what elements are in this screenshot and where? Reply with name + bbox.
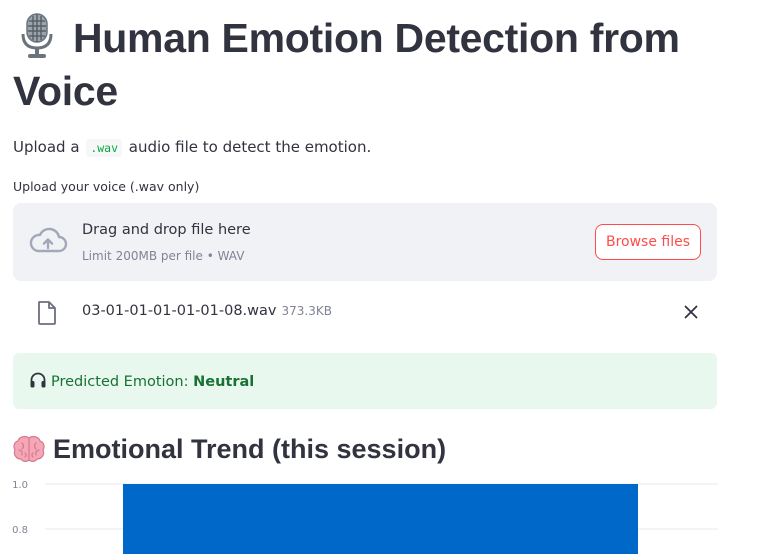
trend-title: Emotional Trend (this session) [13,431,446,467]
prediction-alert: Predicted Emotion: Neutral [13,353,717,409]
cloud-upload-icon [29,227,68,253]
page-title-text: Human Emotion Detection from Voice [13,15,680,114]
file-size: 373.3KB [281,304,332,318]
dropzone-limit: Limit 200MB per file • WAV [82,249,245,263]
uploader-label: Upload your voice (.wav only) [13,179,200,194]
y-tick-label: 1.0 [12,480,28,491]
trend-title-text: Emotional Trend (this session) [53,434,447,464]
dropzone-title: Drag and drop file here [82,222,251,238]
uploaded-file-row: 03-01-01-01-01-01-08.wav 373.3KB [13,294,717,332]
file-name-text: 03-01-01-01-01-01-08.wav [82,303,277,319]
file-icon [38,301,56,325]
headphones-icon [30,372,46,388]
brain-icon [13,435,45,462]
prediction-value: Neutral [193,374,255,390]
page-title: Human Emotion Detection from Voice [13,12,733,118]
remove-file-icon[interactable] [681,302,701,322]
intro-suffix: audio file to detect the emotion. [128,138,372,156]
file-name: 03-01-01-01-01-01-08.wav 373.3KB [82,303,332,319]
prediction-label: Predicted Emotion: [51,374,189,390]
y-tick-label: 0.8 [12,525,28,536]
microphone-icon [21,13,53,58]
emotion-trend-chart: 1.0 0.8 [12,480,718,554]
app-page: Human Emotion Detection from Voice Uploa… [0,0,759,554]
trend-bar [123,484,638,554]
file-dropzone[interactable]: Drag and drop file here Limit 200MB per … [13,203,717,281]
inline-code: .wav [86,139,123,157]
browse-files-button[interactable]: Browse files [595,224,701,260]
intro-text: Upload a .wav audio file to detect the e… [13,137,371,158]
intro-prefix: Upload a [13,138,80,156]
